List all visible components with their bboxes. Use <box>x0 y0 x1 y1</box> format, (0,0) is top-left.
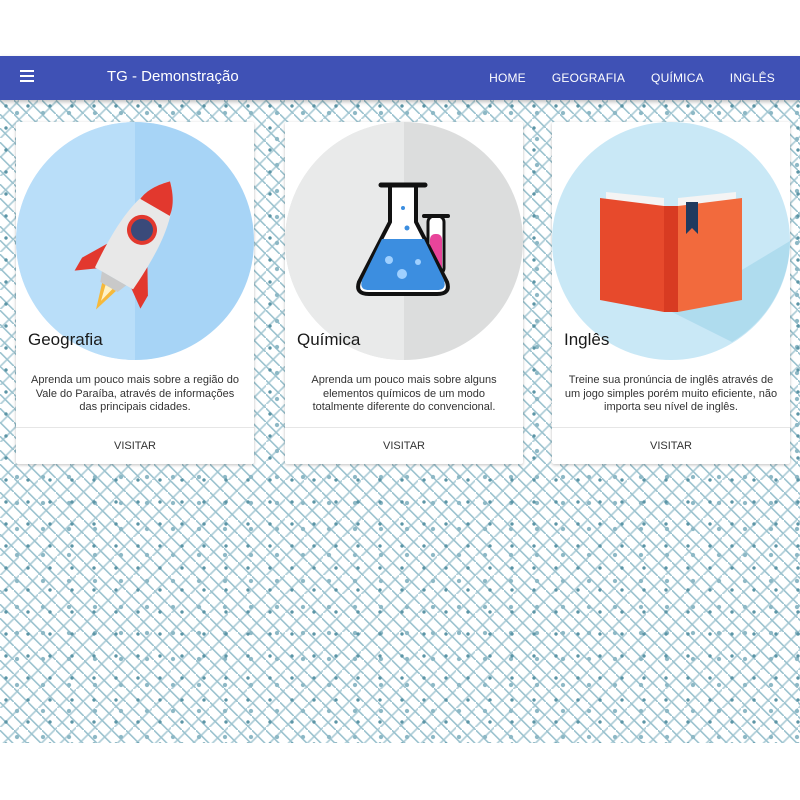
card-description: Aprenda um pouco mais sobre alguns eleme… <box>311 374 497 413</box>
flask-icon <box>285 122 523 360</box>
top-nav: HOME GEOGRAFIA QUÍMICA INGLÊS <box>489 56 800 100</box>
ingles-card: Inglês Treine sua pronúncia de inglês at… <box>552 122 790 464</box>
visit-button[interactable]: VISITAR <box>285 428 523 464</box>
card-image: Geografia <box>16 122 254 360</box>
card-image: Inglês <box>552 122 790 360</box>
quimica-card: Química Aprenda um pouco mais sobre algu… <box>285 122 523 464</box>
nav-quimica-link[interactable]: QUÍMICA <box>651 71 704 85</box>
nav-home-link[interactable]: HOME <box>489 71 526 85</box>
visit-button[interactable]: VISITAR <box>552 428 790 464</box>
app-title: TG - Demonstração <box>107 68 239 85</box>
card-title: Geografia <box>28 330 103 349</box>
card-title: Química <box>297 330 361 349</box>
rocket-icon <box>16 122 254 360</box>
app-bar: TG - Demonstração HOME GEOGRAFIA QUÍMICA… <box>0 56 800 100</box>
geografia-card: Geografia Aprenda um pouco mais sobre a … <box>16 122 254 464</box>
card-image: Química <box>285 122 523 360</box>
nav-geografia-link[interactable]: GEOGRAFIA <box>552 71 625 85</box>
book-icon <box>552 122 790 360</box>
card-description: Treine sua pronúncia de inglês através d… <box>564 374 778 413</box>
visit-button[interactable]: VISITAR <box>16 428 254 464</box>
menu-icon[interactable] <box>20 70 36 84</box>
card-description: Aprenda um pouco mais sobre a região do … <box>31 374 239 413</box>
card-title: Inglês <box>564 330 610 349</box>
nav-ingles-link[interactable]: INGLÊS <box>730 71 775 85</box>
